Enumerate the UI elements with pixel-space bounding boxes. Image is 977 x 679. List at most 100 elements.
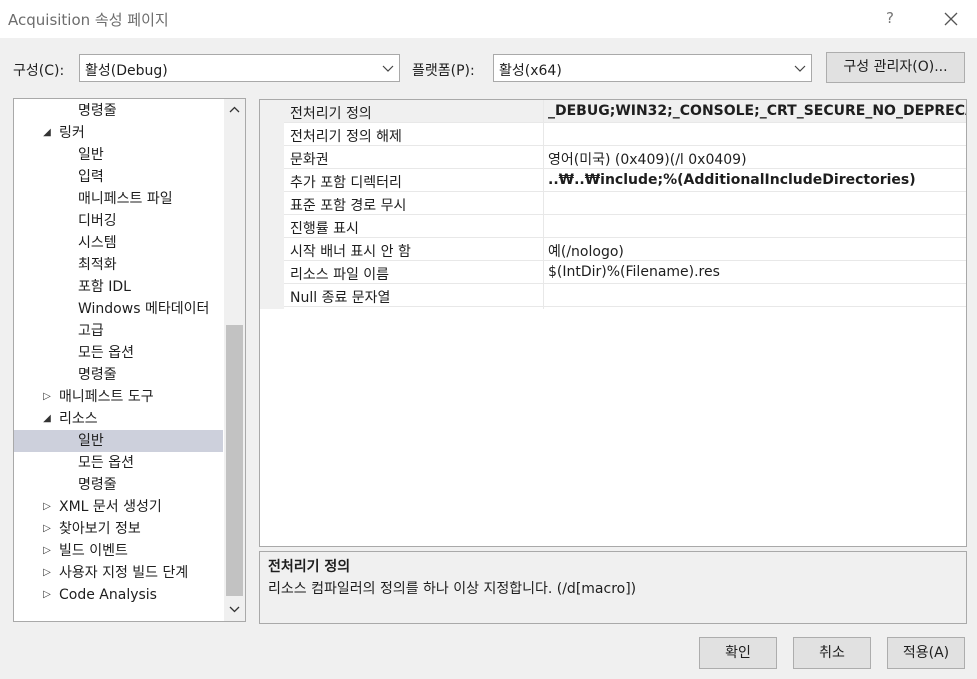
property-value-cell[interactable]: 영어(미국) (0x409)(/l 0x0409): [543, 146, 966, 168]
collapsed-icon[interactable]: ▷: [40, 584, 54, 606]
tree-item-label: 디버깅: [78, 213, 117, 229]
tree-item[interactable]: 입력: [14, 166, 223, 188]
description-text: 리소스 컴파일러의 정의를 하나 이상 지정합니다. (/d[macro]): [268, 581, 637, 597]
property-grid-gutter: [260, 100, 284, 309]
property-name: 추가 포함 디렉터리: [290, 175, 402, 191]
tree-item-label: 모든 옵션: [78, 345, 134, 361]
apply-button[interactable]: 적용(A): [887, 637, 965, 669]
property-value: 예(/nologo): [548, 244, 624, 260]
collapsed-icon[interactable]: ▷: [40, 540, 54, 562]
property-name: 시작 배너 표시 안 함: [290, 244, 411, 260]
chevron-down-icon: [793, 61, 807, 75]
property-name: 전처리기 정의 해제: [290, 129, 402, 145]
tree-item[interactable]: 모든 옵션: [14, 452, 223, 474]
property-row[interactable]: 추가 포함 디렉터리 ..₩..₩include;%(AdditionalIncl…: [284, 169, 966, 192]
scroll-down-icon[interactable]: [224, 600, 245, 618]
property-row[interactable]: 표준 포함 경로 무시: [284, 192, 966, 215]
property-value-cell[interactable]: ..₩..₩include;%(AdditionalIncludeDirecto…: [543, 169, 966, 191]
property-row[interactable]: 진행률 표시: [284, 215, 966, 238]
property-row[interactable]: 시작 배너 표시 안 함 예(/nologo): [284, 238, 966, 261]
config-select[interactable]: 활성(Debug): [79, 54, 400, 82]
cancel-button[interactable]: 취소: [793, 637, 871, 669]
tree-item[interactable]: 명령줄: [14, 474, 223, 496]
platform-select[interactable]: 활성(x64): [493, 54, 812, 82]
tree-item[interactable]: Windows 메타데이터: [14, 298, 223, 320]
tree-item[interactable]: 일반: [14, 144, 223, 166]
property-value-cell[interactable]: [543, 284, 966, 306]
property-value-cell[interactable]: $(IntDir)%(Filename).res: [543, 261, 966, 283]
config-select-value: 활성(Debug): [85, 63, 168, 79]
property-value: _DEBUG;WIN32;_CONSOLE;_CRT_SECURE_NO_DEP…: [548, 103, 966, 119]
property-value: $(IntDir)%(Filename).res: [548, 264, 720, 280]
tree-item-label: 명령줄: [78, 477, 117, 493]
property-value-cell[interactable]: [543, 215, 966, 237]
tree-item[interactable]: ▷ 사용자 지정 빌드 단계: [14, 562, 223, 584]
tree-item[interactable]: 명령줄: [14, 364, 223, 386]
scroll-up-icon[interactable]: [224, 101, 245, 119]
property-value-cell[interactable]: _DEBUG;WIN32;_CONSOLE;_CRT_SECURE_NO_DEP…: [543, 100, 966, 122]
column-divider[interactable]: [543, 100, 544, 309]
tree-item[interactable]: 디버깅: [14, 210, 223, 232]
property-value: ..₩..₩include;%(AdditionalIncludeDirecto…: [548, 172, 916, 188]
tree-item-label: 매니페스트 파일: [78, 191, 173, 207]
tree-item-label: Code Analysis: [59, 587, 157, 603]
tree-item-label: 명령줄: [78, 103, 117, 119]
property-row[interactable]: 전처리기 정의 해제: [284, 123, 966, 146]
tree-item[interactable]: 모든 옵션: [14, 342, 223, 364]
window-title: Acquisition 속성 페이지: [8, 11, 169, 29]
description-panel: 전처리기 정의 리소스 컴파일러의 정의를 하나 이상 지정합니다. (/d[m…: [259, 551, 967, 624]
property-value-cell[interactable]: [543, 123, 966, 145]
tree-item-label: 매니페스트 도구: [59, 389, 154, 405]
chevron-down-icon: [381, 61, 395, 75]
tree-item-label: 찾아보기 정보: [59, 521, 141, 537]
collapsed-icon[interactable]: ▷: [40, 562, 54, 584]
tree-item[interactable]: 고급: [14, 320, 223, 342]
description-title: 전처리기 정의: [268, 559, 351, 575]
ok-button[interactable]: 확인: [699, 637, 777, 669]
tree-item-label: 링커: [59, 125, 85, 141]
tree-item[interactable]: 일반: [14, 430, 223, 452]
tree-item[interactable]: ▷ XML 문서 생성기: [14, 496, 223, 518]
property-value-cell[interactable]: 예(/nologo): [543, 238, 966, 260]
expanded-icon[interactable]: ◢: [40, 408, 54, 430]
tree-item[interactable]: ◢ 링커: [14, 122, 223, 144]
tree-item[interactable]: 매니페스트 파일: [14, 188, 223, 210]
property-name: 문화권: [290, 152, 329, 168]
property-row[interactable]: 전처리기 정의 _DEBUG;WIN32;_CONSOLE;_CRT_SECURE…: [284, 100, 966, 123]
tree-item-label: 고급: [78, 323, 104, 339]
property-row[interactable]: 문화권 영어(미국) (0x409)(/l 0x0409): [284, 146, 966, 169]
property-row[interactable]: Null 종료 문자열: [284, 284, 966, 307]
platform-label: 플랫폼(P):: [412, 63, 475, 79]
collapsed-icon[interactable]: ▷: [40, 386, 54, 408]
tree-item[interactable]: ▷ 매니페스트 도구: [14, 386, 223, 408]
property-name: 진행률 표시: [290, 221, 359, 237]
title-bar: Acquisition 속성 페이지 ?: [0, 0, 977, 38]
tree-item[interactable]: ▷ 빌드 이벤트: [14, 540, 223, 562]
tree-item-label: 일반: [78, 147, 104, 163]
tree-item[interactable]: 명령줄: [14, 100, 223, 122]
property-name: Null 종료 문자열: [290, 290, 391, 306]
property-row[interactable]: 리소스 파일 이름 $(IntDir)%(Filename).res: [284, 261, 966, 284]
config-label: 구성(C):: [13, 63, 65, 79]
tree-item[interactable]: ▷ Code Analysis: [14, 584, 223, 606]
help-icon[interactable]: ?: [886, 9, 894, 27]
category-tree: 명령줄 ◢ 링커 일반 입력 매니페스트 파일 디버깅 시스템 최적화 포함 IDL Windows…: [13, 98, 246, 622]
tree-item[interactable]: ▷ 찾아보기 정보: [14, 518, 223, 540]
tree-scroll-thumb[interactable]: [226, 325, 243, 596]
collapsed-icon[interactable]: ▷: [40, 518, 54, 540]
tree-item-label: 입력: [78, 169, 104, 185]
tree-item-label: 모든 옵션: [78, 455, 134, 471]
property-name: 표준 포함 경로 무시: [290, 198, 407, 214]
close-icon[interactable]: [935, 6, 967, 32]
property-name: 리소스 파일 이름: [290, 267, 390, 283]
collapsed-icon[interactable]: ▷: [40, 496, 54, 518]
expanded-icon[interactable]: ◢: [40, 122, 54, 144]
config-manager-button[interactable]: 구성 관리자(O)...: [826, 52, 965, 83]
tree-item[interactable]: 최적화: [14, 254, 223, 276]
tree-item-label: 빌드 이벤트: [59, 543, 128, 559]
tree-item[interactable]: 포함 IDL: [14, 276, 223, 298]
property-value-cell[interactable]: [543, 192, 966, 214]
tree-item[interactable]: 시스템: [14, 232, 223, 254]
tree-item-label: Windows 메타데이터: [78, 301, 210, 317]
tree-item[interactable]: ◢ 리소스: [14, 408, 223, 430]
